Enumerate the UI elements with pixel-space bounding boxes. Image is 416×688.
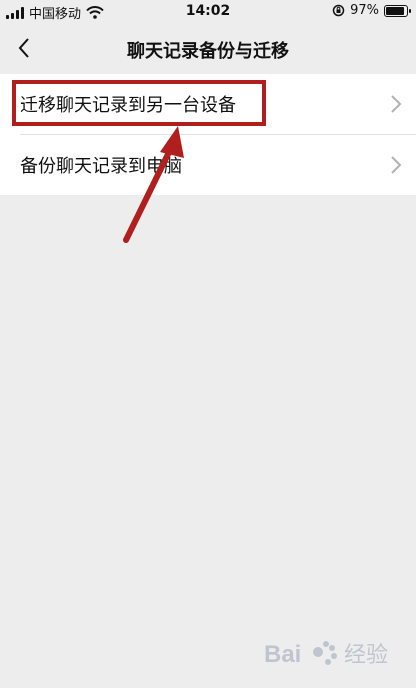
migrate-item-label: 迁移聊天记录到另一台设备 — [20, 95, 236, 116]
rotation-lock-icon — [332, 4, 345, 17]
backup-item-label: 备份聊天记录到电脑 — [20, 156, 182, 177]
backup-to-computer-item[interactable]: 备份聊天记录到电脑 — [0, 135, 416, 195]
migrate-chat-history-item[interactable]: 迁移聊天记录到另一台设备 — [0, 74, 416, 134]
status-bar: 中国移动 14:02 97% — [0, 0, 416, 24]
svg-text:Bai: Bai — [264, 641, 301, 668]
chevron-right-icon — [391, 156, 402, 174]
settings-list: 迁移聊天记录到另一台设备 备份聊天记录到电脑 — [0, 74, 416, 195]
battery-fill — [386, 6, 405, 15]
battery-icon — [384, 4, 411, 17]
status-right: 97% — [332, 3, 411, 18]
chevron-right-icon — [391, 95, 402, 113]
nav-bar: 聊天记录备份与迁移 — [0, 24, 416, 72]
baidu-jingyan-watermark: Bai 经验 — [264, 641, 388, 668]
page-title: 聊天记录备份与迁移 — [127, 41, 289, 62]
battery-percent: 97% — [350, 3, 379, 18]
screen: 中国移动 14:02 97% 聊天记录备份与迁移 迁移聊天记录到另一台设备 备份… — [0, 0, 416, 688]
svg-text:经验: 经验 — [344, 643, 388, 668]
